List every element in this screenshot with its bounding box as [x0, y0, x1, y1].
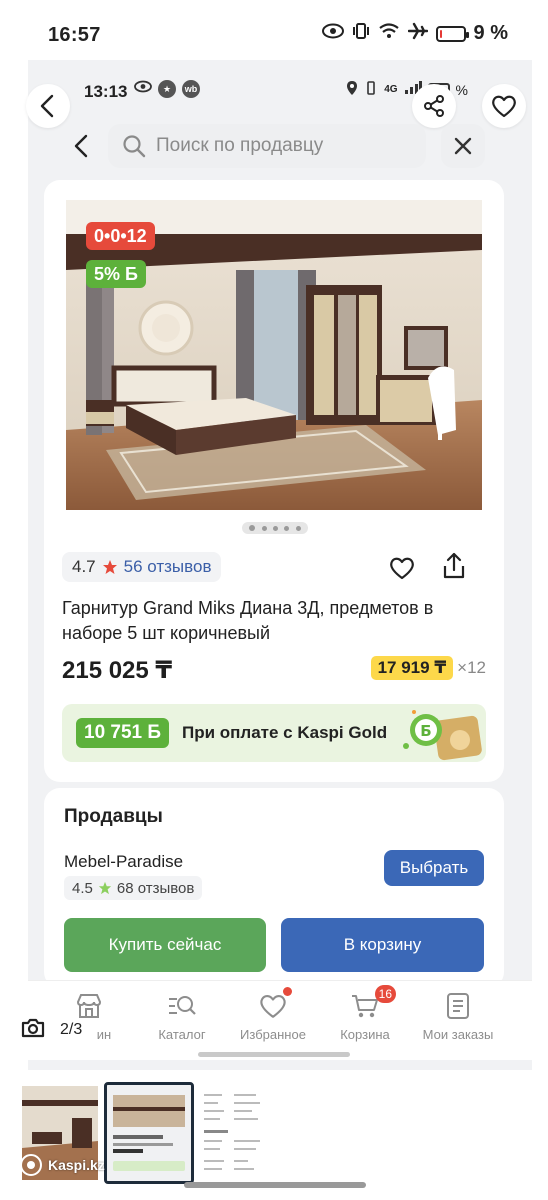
installment-amount: 17 919 ₸ [370, 656, 454, 680]
upload-share-icon [443, 552, 465, 579]
search-icon [123, 135, 146, 158]
catalog-search-icon [167, 991, 197, 1021]
inner-home-indicator [198, 1052, 350, 1057]
eye-icon [134, 80, 152, 98]
seller-search-input[interactable] [156, 135, 406, 157]
product-page-thumbnail-image [107, 1085, 191, 1181]
inner-status-left-icons: ★ wb [134, 80, 200, 98]
product-title: Гарнитур Grand Miks Диана 3Д, предметов … [62, 598, 434, 643]
wifi-icon [378, 22, 400, 45]
close-icon [454, 137, 472, 155]
product-photo[interactable]: 0•0•12 5% Б [66, 200, 482, 510]
gold-banner-text: При оплате с Kaspi Gold [182, 723, 388, 742]
photo-pagination-dots[interactable] [242, 522, 308, 534]
favorite-icon-button[interactable] [386, 552, 418, 584]
seller-rating-score: 4.5 [72, 879, 93, 897]
specs-thumbnail-image [200, 1086, 276, 1180]
share-icon [424, 95, 444, 117]
nav-label-cart: Корзина [340, 1027, 390, 1042]
heart-icon [390, 557, 414, 580]
gallery-thumbnail-strip: Kaspi.kz [0, 1070, 548, 1200]
gallery-overlay: 2/3 [20, 1012, 82, 1048]
share-icon-button[interactable] [438, 550, 470, 582]
installment-info[interactable]: 17 919 ₸ ×12 [370, 656, 486, 680]
rating-chip[interactable]: 4.7 56 отзывов [62, 552, 222, 582]
location-icon [346, 80, 358, 99]
pagination-dot[interactable] [284, 525, 290, 531]
sellers-heading: Продавцы [64, 806, 163, 827]
star-icon [102, 560, 117, 574]
camera-icon[interactable] [20, 1017, 46, 1044]
installment-months: ×12 [457, 658, 486, 677]
battery-percent: % [455, 81, 468, 98]
pagination-dot[interactable] [249, 525, 256, 531]
nav-label-orders: Мои заказы [422, 1027, 494, 1042]
kaspi-gold-card-icon: Б [403, 710, 482, 761]
seller-name[interactable]: Mebel-Paradise [64, 852, 183, 872]
vibrate-icon [352, 22, 370, 45]
pagination-dot[interactable] [295, 525, 301, 531]
product-card: 0•0•12 5% Б 4.7 56 отзывов Гарнитур Gran… [44, 180, 504, 782]
gallery-counter: 2/3 [60, 1021, 83, 1038]
pagination-dot[interactable] [272, 525, 278, 531]
chevron-left-icon [74, 134, 88, 158]
nav-label-favorites: Избранное [240, 1027, 306, 1042]
nav-item-favorites[interactable]: Избранное [228, 987, 318, 1042]
seller-rating-chip[interactable]: 4.5 68 отзывов [64, 876, 203, 900]
kaspi-gold-banner[interactable]: 10 751 Б При оплате с Kaspi Gold Б [62, 704, 486, 762]
rating-score: 4.7 [72, 557, 96, 576]
battery-percent: 9 % [473, 22, 508, 44]
reviews-link[interactable]: 56 отзывов [124, 557, 212, 577]
seller-search-row [46, 122, 516, 170]
inner-status-time: 13:13 [84, 82, 128, 101]
seller-reviews: 68 отзывов [116, 879, 195, 897]
kaspi-logo-icon [20, 1154, 42, 1176]
network-label: 4G [384, 84, 398, 95]
nav-item-orders[interactable]: Мои заказы [413, 991, 503, 1042]
screenshot-frame: 13:13 ★ wb 4G % Поиск по продавцу 0•0•12… [26, 60, 532, 1070]
seller-search-box[interactable] [108, 124, 426, 168]
cart-count-badge: 16 [374, 985, 396, 1003]
nav-label-catalog: Каталог [158, 1027, 206, 1042]
bonus-percent-badge: 5% Б [86, 260, 146, 288]
watermark-text: Kaspi.kz [48, 1157, 105, 1173]
pagination-dot[interactable] [261, 525, 267, 531]
outer-status-icons: 9 % [321, 22, 508, 45]
gallery-thumbnail-3[interactable] [200, 1086, 276, 1180]
vibrate-icon [364, 81, 378, 98]
sellers-card: Продавцы Mebel-Paradise 4.5 68 отзывов В… [44, 788, 504, 988]
outer-status-time: 16:57 [48, 24, 101, 46]
outer-status-bar: 16:57 9 % [0, 0, 548, 66]
cart-icon: 16 [350, 985, 396, 1021]
airplane-icon [407, 22, 428, 45]
eye-icon [321, 23, 344, 44]
gold-bonus-amount: 10 751 Б [76, 718, 170, 748]
gallery-thumbnail-2-selected[interactable] [104, 1082, 194, 1184]
buy-now-button[interactable]: Купить сейчас [64, 918, 266, 972]
svg-text:Б: Б [420, 722, 431, 740]
nav-item-cart[interactable]: 16 Корзина [320, 985, 410, 1042]
inner-status-bar: 13:13 ★ wb 4G % [28, 60, 532, 120]
timer-badge: 0•0•12 [86, 222, 155, 250]
orders-icon [443, 991, 473, 1021]
search-back-button[interactable] [68, 132, 96, 160]
product-price: 215 025 ₸ [62, 657, 173, 684]
kaspi-watermark: Kaspi.kz [20, 1154, 105, 1176]
battery-icon [435, 25, 469, 42]
add-to-cart-button[interactable]: В корзину [281, 918, 484, 972]
home-indicator [184, 1182, 366, 1188]
favorites-notification-dot [283, 987, 292, 996]
star-icon [98, 881, 111, 895]
search-close-button[interactable] [441, 124, 485, 168]
choose-seller-button[interactable]: Выбрать [384, 850, 484, 886]
app-notification-icon: ★ [158, 80, 176, 98]
heart-icon [492, 95, 516, 118]
wb-notification-icon: wb [182, 80, 200, 98]
bottom-navigation: ин Каталог Избранное 16 Корзина Мои зака… [28, 980, 532, 1060]
chevron-left-icon [40, 94, 54, 118]
nav-item-catalog[interactable]: Каталог [137, 991, 227, 1042]
heart-icon [258, 987, 292, 1021]
